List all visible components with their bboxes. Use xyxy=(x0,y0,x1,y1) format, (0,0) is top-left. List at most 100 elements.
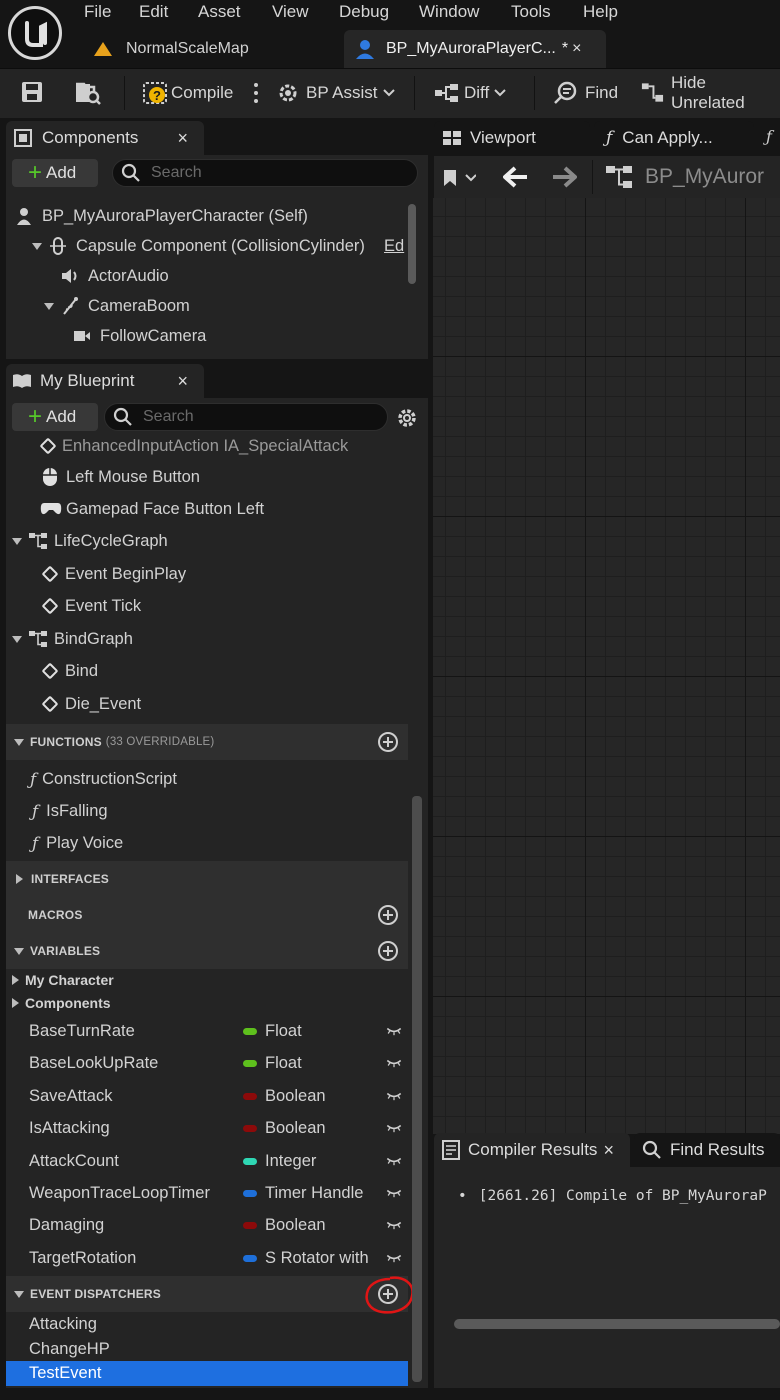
variable-name[interactable]: SaveAttack xyxy=(29,1082,112,1110)
browse-icon[interactable] xyxy=(74,80,102,106)
collapse-arrow-icon[interactable] xyxy=(44,302,54,310)
scrollbar-thumb[interactable] xyxy=(408,204,416,284)
variable-name[interactable]: BaseLookUpRate xyxy=(29,1049,158,1077)
find-button[interactable]: Find xyxy=(553,78,618,108)
tab-viewport[interactable]: Viewport xyxy=(434,121,590,155)
tab-compiler-results[interactable]: Compiler Results × xyxy=(434,1133,630,1167)
visibility-eye-closed-icon[interactable] xyxy=(384,1026,404,1036)
visibility-eye-closed-icon[interactable] xyxy=(384,1220,404,1230)
tree-item-camera-boom[interactable]: CameraBoom xyxy=(44,292,190,320)
menu-help[interactable]: Help xyxy=(583,2,618,22)
graph-item-die-event[interactable]: Die_Event xyxy=(41,690,141,718)
close-icon[interactable]: × xyxy=(177,371,188,392)
components-search-input[interactable]: Search xyxy=(112,159,418,187)
tree-item-follow-camera[interactable]: FollowCamera xyxy=(72,322,206,350)
add-function-icon[interactable] xyxy=(378,732,398,752)
tree-item-capsule[interactable]: Capsule Component (CollisionCylinder) xyxy=(32,232,365,260)
macros-section-header[interactable]: MACROS xyxy=(6,897,408,933)
collapse-arrow-icon[interactable] xyxy=(32,242,42,250)
edit-in-cpp-link[interactable]: Ed xyxy=(384,232,404,260)
variables-section-header[interactable]: VARIABLES xyxy=(6,933,408,969)
save-icon[interactable] xyxy=(20,80,44,104)
graph-bind[interactable]: BindGraph xyxy=(12,625,133,653)
visibility-eye-closed-icon[interactable] xyxy=(384,1091,404,1101)
variable-type[interactable]: Timer Handle xyxy=(243,1179,363,1207)
variable-name[interactable]: IsAttacking xyxy=(29,1114,110,1142)
variable-name[interactable]: WeaponTraceLoopTimer xyxy=(29,1179,210,1207)
expand-arrow-icon[interactable] xyxy=(12,975,19,985)
collapse-arrow-icon[interactable] xyxy=(14,1290,24,1298)
tab-can-apply[interactable]: ƒ Can Apply... xyxy=(594,121,754,155)
function-tab-icon[interactable]: ƒ xyxy=(766,127,772,146)
dispatcher-test-event[interactable]: TestEvent xyxy=(29,1359,101,1387)
bp-assist-button[interactable]: BP Assist xyxy=(276,78,396,108)
close-icon[interactable]: × xyxy=(603,1140,614,1161)
menu-file[interactable]: File xyxy=(84,2,111,22)
tab-my-blueprint[interactable]: My Blueprint × xyxy=(6,364,204,398)
tree-item-actor-audio[interactable]: ActorAudio xyxy=(60,262,169,290)
variable-name[interactable]: Damaging xyxy=(29,1211,104,1239)
function-play-voice[interactable]: ƒ Play Voice xyxy=(32,829,123,857)
dispatcher-test-event-selected[interactable]: TestEvent xyxy=(6,1361,408,1386)
graph-item-gamepad[interactable]: Gamepad Face Button Left xyxy=(40,495,264,523)
breadcrumb[interactable]: BP_MyAuror xyxy=(605,163,764,191)
components-add-button[interactable]: + Add xyxy=(12,159,98,187)
tab-normal-scale-map[interactable]: NormalScaleMap xyxy=(88,30,338,68)
menu-edit[interactable]: Edit xyxy=(139,2,168,22)
variable-type[interactable]: Integer xyxy=(243,1147,316,1175)
expand-arrow-icon[interactable] xyxy=(12,998,19,1008)
variable-name[interactable]: AttackCount xyxy=(29,1147,119,1175)
my-blueprint-scrollbar[interactable] xyxy=(412,796,422,1382)
graph-lifecycle[interactable]: LifeCycleGraph xyxy=(12,527,168,555)
blueprint-graph-canvas[interactable] xyxy=(433,198,780,1134)
menu-window[interactable]: Window xyxy=(419,2,479,22)
diff-button[interactable]: Diff xyxy=(434,78,507,108)
variable-type[interactable]: Float xyxy=(243,1049,302,1077)
my-blueprint-search-input[interactable]: Search xyxy=(104,403,388,431)
compiler-log-line[interactable]: • [2661.26] Compile of BP_MyAuroraP xyxy=(458,1188,767,1204)
variable-name[interactable]: TargetRotation xyxy=(29,1244,136,1272)
horizontal-scrollbar[interactable] xyxy=(454,1319,780,1329)
close-icon[interactable]: × xyxy=(177,128,188,149)
variable-category-components[interactable]: Components xyxy=(12,989,111,1017)
menu-debug[interactable]: Debug xyxy=(339,2,389,22)
tree-item-self[interactable]: BP_MyAuroraPlayerCharacter (Self) xyxy=(14,202,308,230)
tab-blueprint[interactable]: BP_MyAuroraPlayerC... * × xyxy=(344,30,606,68)
graph-item-bind[interactable]: Bind xyxy=(41,657,98,685)
compile-button[interactable]: ? Compile xyxy=(143,78,233,108)
unreal-logo-icon[interactable] xyxy=(8,6,62,60)
add-macro-icon[interactable] xyxy=(378,905,398,925)
visibility-eye-closed-icon[interactable] xyxy=(384,1058,404,1068)
close-icon[interactable]: × xyxy=(572,40,581,58)
scrollbar-thumb[interactable] xyxy=(412,796,422,1382)
bookmark-icon[interactable] xyxy=(442,168,476,188)
forward-arrow-icon[interactable] xyxy=(551,166,577,188)
tab-find-results[interactable]: Find Results xyxy=(634,1133,780,1167)
visibility-eye-closed-icon[interactable] xyxy=(384,1156,404,1166)
more-options-icon[interactable] xyxy=(253,82,259,104)
dispatcher-attacking[interactable]: Attacking xyxy=(29,1310,97,1338)
settings-gear-icon[interactable] xyxy=(396,407,418,429)
variable-type[interactable]: Boolean xyxy=(243,1082,326,1110)
function-is-falling[interactable]: ƒ IsFalling xyxy=(32,797,108,825)
expand-arrow-icon[interactable] xyxy=(16,874,23,884)
hide-unrelated-button[interactable]: Hide Unrelated xyxy=(640,73,780,112)
menu-view[interactable]: View xyxy=(272,2,309,22)
graph-item-left-mouse[interactable]: Left Mouse Button xyxy=(42,463,200,491)
collapse-arrow-icon[interactable] xyxy=(14,947,24,955)
graph-item-special-attack[interactable]: EnhancedInputAction IA_SpecialAttack xyxy=(39,436,348,458)
graph-item-tick[interactable]: Event Tick xyxy=(41,592,141,620)
interfaces-section-header[interactable]: INTERFACES xyxy=(6,861,408,897)
visibility-eye-closed-icon[interactable] xyxy=(384,1253,404,1263)
variable-type[interactable]: Float xyxy=(243,1017,302,1045)
graph-item-begin-play[interactable]: Event BeginPlay xyxy=(41,560,186,588)
components-scrollbar[interactable] xyxy=(408,204,416,284)
visibility-eye-closed-icon[interactable] xyxy=(384,1123,404,1133)
visibility-eye-closed-icon[interactable] xyxy=(384,1188,404,1198)
function-construction-script[interactable]: ƒ ConstructionScript xyxy=(30,765,177,793)
my-blueprint-add-button[interactable]: + Add xyxy=(12,403,98,431)
add-variable-icon[interactable] xyxy=(378,941,398,961)
variable-type[interactable]: Boolean xyxy=(243,1211,326,1239)
event-dispatchers-section-header[interactable]: EVENT DISPATCHERS xyxy=(6,1276,408,1312)
functions-section-header[interactable]: FUNCTIONS (33 OVERRIDABLE) xyxy=(6,724,408,760)
